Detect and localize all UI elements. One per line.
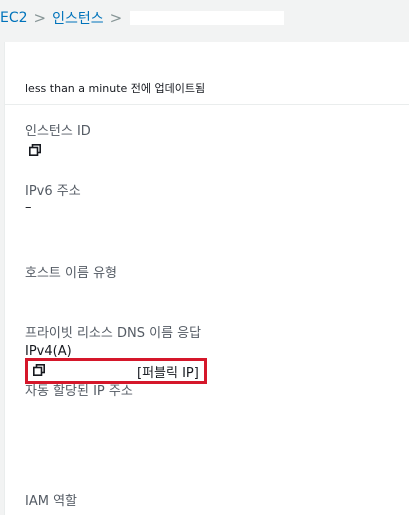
breadcrumb-separator: > (109, 9, 123, 27)
breadcrumb-redacted (130, 11, 285, 25)
auto-ip-value: [퍼블릭 IP] (27, 364, 205, 381)
instance-details-panel: less than a minute 전에 업데이트됨 인스턴스 ID IPv6… (4, 42, 409, 515)
public-ip-tag: [퍼블릭 IP] (137, 366, 199, 381)
ipv6-value: – (25, 200, 32, 215)
breadcrumb: EC2 > 인스턴스 > (0, 0, 409, 36)
breadcrumb-separator: > (33, 9, 47, 27)
instance-id-label: 인스턴스 ID (25, 124, 91, 139)
breadcrumb-ec2[interactable]: EC2 (0, 10, 28, 26)
ipv6-label: IPv6 주소 (25, 184, 81, 199)
redacted-title (19, 54, 399, 70)
private-dns-value: IPv4(A) (25, 344, 72, 359)
hostname-type-label: 호스트 이름 유형 (25, 266, 117, 281)
copy-icon[interactable] (33, 364, 45, 376)
iam-role-label: IAM 역할 (25, 494, 77, 509)
copy-icon[interactable] (29, 144, 41, 156)
panel-header: less than a minute 전에 업데이트됨 (5, 42, 409, 105)
breadcrumb-instances[interactable]: 인스턴스 (52, 8, 104, 28)
private-dns-label: 프라이빗 리소스 DNS 이름 응답 (25, 326, 202, 341)
updated-timestamp: less than a minute 전에 업데이트됨 (25, 82, 206, 95)
